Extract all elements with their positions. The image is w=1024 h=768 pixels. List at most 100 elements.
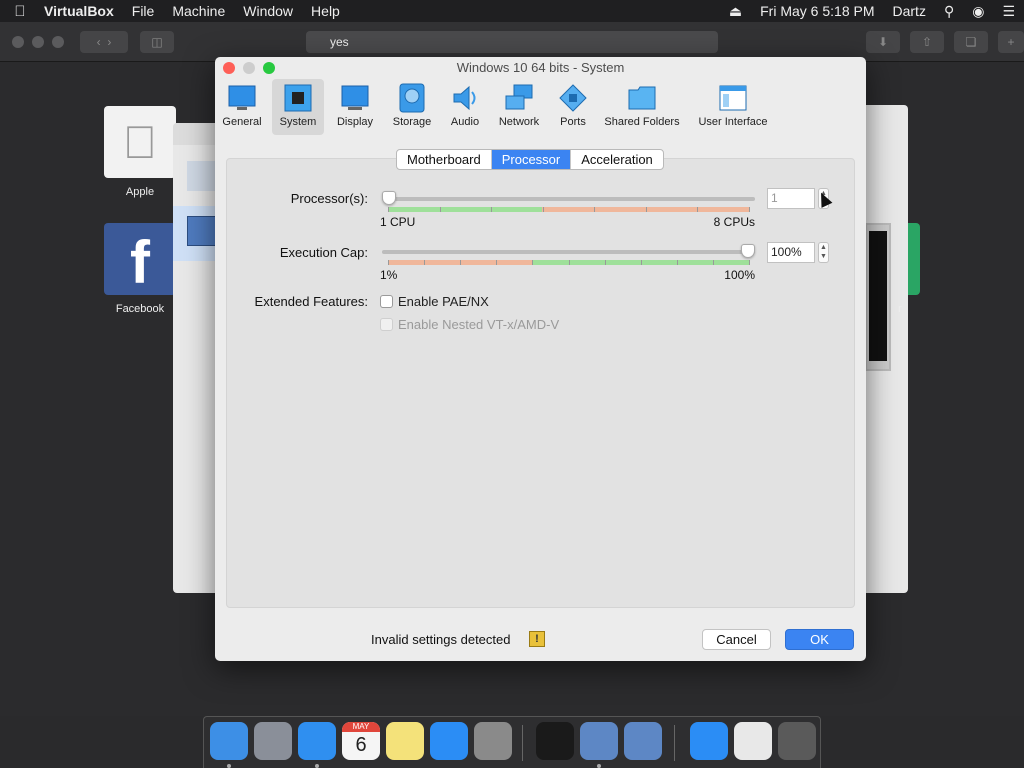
- menu-app-name[interactable]: VirtualBox: [40, 3, 123, 19]
- dialog-minimize-button[interactable]: [243, 62, 255, 74]
- pae-nx-label[interactable]: Enable PAE/NX: [398, 294, 489, 309]
- execution-cap-stepper[interactable]: ▲ ▼: [818, 242, 829, 263]
- tab-general[interactable]: General: [220, 79, 264, 135]
- document-icon[interactable]: [734, 722, 772, 760]
- network-icon: [505, 84, 533, 110]
- settings-panel: [226, 158, 855, 608]
- system-preferences-icon[interactable]: [474, 722, 512, 760]
- monitor-icon: [228, 85, 256, 110]
- tab-display[interactable]: Display: [333, 79, 377, 135]
- dialog-close-button[interactable]: [223, 62, 235, 74]
- tab-shared-folders[interactable]: Shared Folders: [603, 79, 681, 135]
- processors-green-band: [388, 207, 542, 212]
- spotlight-search-icon[interactable]: ⚲: [935, 3, 963, 20]
- menu-file[interactable]: File: [123, 3, 164, 19]
- menu-clock[interactable]: Fri May 6 5:18 PM: [751, 3, 883, 19]
- tabs-icon[interactable]: ❏: [954, 31, 988, 53]
- dock-separator: [522, 725, 523, 761]
- safari-icon[interactable]: [298, 722, 336, 760]
- pae-nx-checkbox[interactable]: [380, 295, 393, 308]
- calendar-icon[interactable]: MAY 6: [342, 722, 380, 760]
- back-forward-icon[interactable]: ‹ ›: [80, 31, 128, 53]
- virtualbox-icon[interactable]: [580, 722, 618, 760]
- nested-vtx-label: Enable Nested VT-x/AMD-V: [398, 317, 560, 332]
- menu-user[interactable]: Dartz: [884, 3, 935, 19]
- processors-slider-thumb[interactable]: [382, 191, 396, 205]
- launchpad-icon[interactable]: [254, 722, 292, 760]
- extended-features-label: Extended Features:: [254, 294, 368, 309]
- slider-tick: [697, 207, 699, 212]
- terminal-icon[interactable]: [536, 722, 574, 760]
- apple-menu-icon[interactable]: : [0, 3, 40, 20]
- address-bar[interactable]: yes: [306, 31, 718, 53]
- dock-running-indicator: [315, 764, 319, 768]
- finder-icon[interactable]: [210, 722, 248, 760]
- sidebar-icon[interactable]: ◫: [140, 31, 174, 53]
- dialog-title: Windows 10 64 bits - System: [456, 60, 625, 75]
- dock: MAY 6: [203, 716, 821, 768]
- window-zoom-dot[interactable]: [52, 36, 64, 48]
- execution-cap-label: Execution Cap:: [279, 245, 368, 260]
- tab-network[interactable]: Network: [496, 79, 542, 135]
- share-icon[interactable]: ⇧: [910, 31, 944, 53]
- apple-logo-icon: : [104, 106, 176, 178]
- app-store-download-icon[interactable]: [690, 722, 728, 760]
- trash-icon[interactable]: [778, 722, 816, 760]
- slider-tick: [491, 207, 493, 212]
- tab-processor[interactable]: Processor: [491, 150, 572, 169]
- app-store-icon[interactable]: [430, 722, 468, 760]
- tab-motherboard[interactable]: Motherboard: [397, 150, 492, 169]
- notes-icon[interactable]: [386, 722, 424, 760]
- chip-icon: [284, 84, 312, 112]
- menu-machine[interactable]: Machine: [163, 3, 234, 19]
- folder-icon: [628, 86, 656, 110]
- menu-help[interactable]: Help: [302, 3, 349, 19]
- siri-icon[interactable]: ◉: [963, 3, 993, 20]
- warning-icon[interactable]: !: [529, 631, 545, 647]
- window-minimize-dot[interactable]: [32, 36, 44, 48]
- dialog-zoom-button[interactable]: [263, 62, 275, 74]
- facebook-app-label: Facebook: [115, 303, 165, 315]
- virtualbox-icon-2[interactable]: [624, 722, 662, 760]
- new-tab-icon[interactable]: +: [998, 31, 1024, 53]
- cancel-button[interactable]: Cancel: [702, 629, 771, 650]
- slider-tick: [460, 260, 462, 265]
- slider-tick: [676, 260, 678, 265]
- green-app-icon[interactable]: [908, 223, 920, 295]
- menu-window[interactable]: Window: [234, 3, 302, 19]
- slider-tick: [439, 207, 441, 212]
- tab-system[interactable]: System: [272, 79, 324, 135]
- ok-button[interactable]: OK: [785, 629, 854, 650]
- slider-tick: [424, 260, 426, 265]
- processors-slider-track[interactable]: [382, 197, 755, 201]
- tab-acceleration[interactable]: Acceleration: [571, 150, 663, 169]
- processors-min-label: 1 CPU: [380, 215, 416, 229]
- execution-cap-min-label: 1%: [380, 268, 398, 282]
- tab-ports[interactable]: Ports: [554, 79, 592, 135]
- speaker-icon: [453, 85, 476, 111]
- execution-cap-value-field[interactable]: 100%: [767, 242, 815, 263]
- tab-audio[interactable]: Audio: [444, 79, 486, 135]
- apple-app-icon[interactable]: : [104, 106, 176, 178]
- execution-cap-slider-track[interactable]: [382, 250, 755, 254]
- menu-bar:  VirtualBox File Machine Window Help ⏏ …: [0, 0, 1024, 22]
- slider-tick: [749, 207, 750, 212]
- slider-tick: [532, 260, 534, 265]
- tab-storage[interactable]: Storage: [389, 79, 435, 135]
- facebook-app-icon[interactable]: f: [104, 223, 176, 296]
- menu-extras: ⏏ Fri May 6 5:18 PM Dartz ⚲ ◉ ☰: [720, 0, 1024, 22]
- tab-user-interface[interactable]: User Interface: [697, 79, 769, 135]
- vm-preview-frame: [865, 223, 891, 371]
- window-close-dot[interactable]: [12, 36, 24, 48]
- download-icon[interactable]: ⬇: [866, 31, 900, 53]
- notification-center-icon[interactable]: ☰: [993, 3, 1024, 20]
- virtualbox-manager-window-right: [865, 105, 908, 593]
- nested-vtx-checkbox[interactable]: [380, 318, 393, 331]
- tab-segmented-control: Motherboard Processor Acceleration: [396, 149, 664, 170]
- eject-icon[interactable]: ⏏: [720, 3, 751, 20]
- slider-tick: [388, 260, 389, 265]
- calendar-month: MAY: [342, 722, 380, 732]
- execution-cap-slider-thumb[interactable]: [741, 244, 755, 258]
- window-icon: [719, 85, 747, 111]
- processors-value-field[interactable]: 1: [767, 188, 815, 209]
